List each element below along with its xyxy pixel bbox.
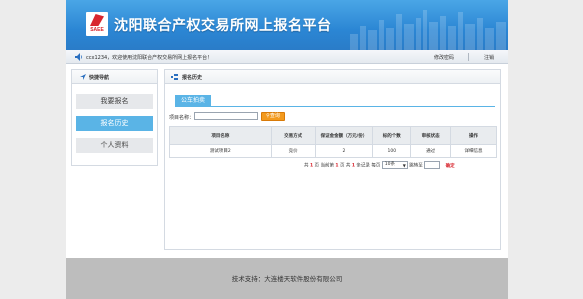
cell-trade-method: 竞价	[270, 144, 316, 158]
pager-total-pages: 1	[309, 163, 314, 169]
sidebar-item-history[interactable]: 报名历史	[76, 116, 153, 131]
cell-deposit: 2	[314, 144, 374, 158]
logo-text: SAEE	[90, 27, 104, 33]
pager-text: 页 当前第	[314, 163, 334, 169]
cell-review-status: 通过	[410, 144, 452, 158]
top-info-bar: ccx1234，欢迎使用沈阳联合产权交易所网上报名平台！ 修改密码 注销	[66, 50, 508, 64]
search-button-label: 查询	[269, 113, 280, 119]
header-banner: SAEE 沈阳联合产权交易所网上报名平台	[66, 0, 508, 50]
goto-page-input[interactable]	[424, 161, 441, 169]
history-icon	[171, 74, 178, 80]
topbar-divider	[468, 53, 469, 61]
table-header-row: 项目名称 交易方式 保证金金额（万元/份） 标的个数 审核状态 操作	[169, 126, 497, 145]
goto-label: 跳转至	[409, 163, 423, 169]
pager-total-records: 1	[351, 163, 355, 169]
tab-underline	[175, 106, 495, 107]
logout-link[interactable]: 注销	[484, 54, 494, 61]
sae-logo: SAEE	[86, 12, 108, 36]
speaker-icon	[75, 53, 83, 61]
chevron-down-icon: ▼	[402, 163, 406, 168]
page-size-value: 10条	[384, 162, 396, 167]
column-header: 审核状态	[410, 126, 452, 145]
main-panel-header: 报名历史	[165, 70, 500, 84]
footer: 技术支持：大连楼天软件股份有限公司	[66, 258, 508, 299]
column-header: 项目名称	[169, 126, 272, 145]
welcome-message: ccx1234，欢迎使用沈阳联合产权交易所网上报名平台！	[86, 55, 213, 61]
column-header: 操作	[450, 126, 497, 145]
pager-text: 条记录 每页	[356, 163, 381, 169]
project-name-label: 项目名称：	[169, 115, 195, 121]
cell-project-name: 测试项目2	[169, 144, 272, 158]
main-panel-title: 报名历史	[182, 75, 203, 81]
column-header: 保证金金额（万元/份）	[314, 126, 374, 145]
pager-current-page: 1	[335, 163, 339, 169]
column-header: 交易方式	[270, 126, 316, 145]
column-header: 标的个数	[372, 126, 412, 145]
navigation-arrow-icon	[80, 74, 86, 80]
confirm-button[interactable]: 确定	[446, 164, 455, 169]
footer-text: 技术支持：大连楼天软件股份有限公司	[231, 275, 343, 283]
pagination: 共 1 页 当前第 1 页 共 1 条记录 每页 10条 ▼ 跳转至 确定	[304, 161, 455, 169]
logo-mark-icon	[90, 14, 104, 26]
sidebar-item-profile[interactable]: 个人资料	[76, 138, 153, 153]
pager-text: 共	[304, 163, 309, 169]
quick-nav-sidebar: 快捷导航 我要报名 报名历史 个人资料	[71, 69, 158, 166]
cell-lot-count: 100	[372, 144, 412, 158]
sidebar-title: 快捷导航	[89, 75, 110, 81]
site-title: 沈阳联合产权交易所网上报名平台	[114, 18, 332, 34]
main-panel: 报名历史 公车拍卖 项目名称： ⚲查询 项目名称 交易方式 保证金金额（万元/份…	[164, 69, 501, 250]
tab-bus-auction[interactable]: 公车拍卖	[175, 95, 211, 106]
history-table: 项目名称 交易方式 保证金金额（万元/份） 标的个数 审核状态 操作 测试项目2…	[169, 126, 497, 158]
sidebar-item-register[interactable]: 我要报名	[76, 94, 153, 109]
project-name-input[interactable]	[194, 112, 258, 120]
table-row: 测试项目2 竞价 2 100 通过 详细信息	[169, 144, 497, 158]
change-password-link[interactable]: 修改密码	[434, 54, 454, 61]
sidebar-header: 快捷导航	[72, 70, 157, 84]
search-button[interactable]: ⚲查询	[261, 112, 285, 121]
city-skyline-image	[350, 10, 506, 50]
page-size-select[interactable]: 10条 ▼	[381, 161, 408, 169]
pager-text: 页 共	[339, 163, 351, 169]
detail-link[interactable]: 详细信息	[450, 144, 497, 158]
